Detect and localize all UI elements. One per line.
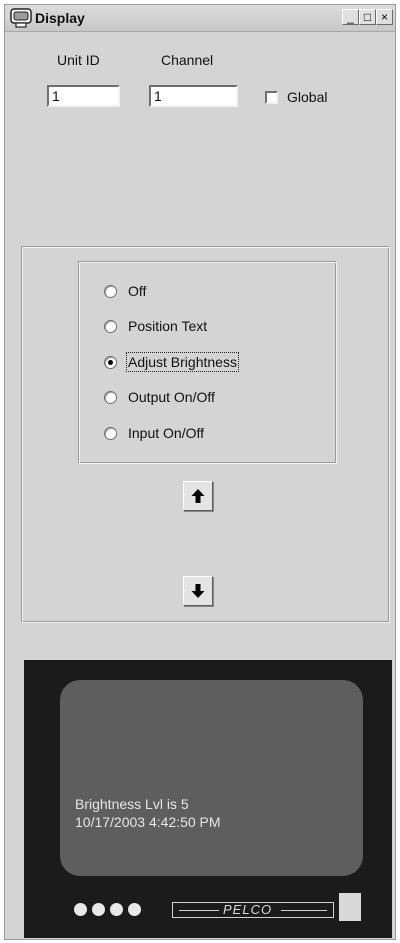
radio-button[interactable] — [104, 285, 117, 298]
unit-id-label: Unit ID — [57, 52, 100, 68]
global-checkbox[interactable] — [265, 91, 278, 104]
indicator-led — [74, 903, 87, 916]
title-bar[interactable]: Display _ □ × — [5, 5, 395, 32]
up-arrow-button[interactable] — [183, 481, 213, 511]
indicator-led — [128, 903, 141, 916]
radio-button-selected[interactable] — [104, 356, 117, 369]
window-title: Display — [35, 10, 85, 26]
power-indicator — [339, 893, 361, 921]
indicator-led — [92, 903, 105, 916]
radio-button[interactable] — [104, 391, 117, 404]
brightness-status-text: Brightness Lvl is 5 — [75, 796, 189, 812]
radio-button[interactable] — [104, 427, 117, 440]
radio-label: Output On/Off — [128, 389, 215, 405]
radio-label: Off — [128, 283, 147, 299]
down-arrow-icon — [191, 584, 205, 598]
up-arrow-icon — [191, 489, 205, 503]
monitor-app-icon — [10, 8, 32, 28]
brand-nameplate: PELCO — [172, 902, 334, 918]
display-preview: Brightness Lvl is 5 10/17/2003 4:42:50 P… — [24, 660, 392, 938]
unit-id-input[interactable]: 1 — [47, 85, 120, 107]
radio-dot — [108, 360, 113, 365]
close-button[interactable]: × — [376, 9, 393, 25]
radio-label: Input On/Off — [128, 425, 205, 441]
channel-input[interactable]: 1 — [149, 85, 238, 107]
preview-screen: Brightness Lvl is 5 10/17/2003 4:42:50 P… — [60, 680, 363, 876]
radio-button[interactable] — [104, 320, 117, 333]
radio-label: Adjust Brightness — [126, 352, 239, 372]
radio-label: Position Text — [128, 318, 208, 334]
global-label: Global — [287, 89, 328, 105]
down-arrow-button[interactable] — [183, 576, 213, 606]
timestamp-text: 10/17/2003 4:42:50 PM — [75, 814, 221, 830]
indicator-led — [110, 903, 123, 916]
maximize-button[interactable]: □ — [359, 9, 376, 25]
brand-logo: PELCO — [223, 902, 273, 917]
channel-label: Channel — [161, 52, 214, 68]
minimize-button[interactable]: _ — [342, 9, 359, 25]
